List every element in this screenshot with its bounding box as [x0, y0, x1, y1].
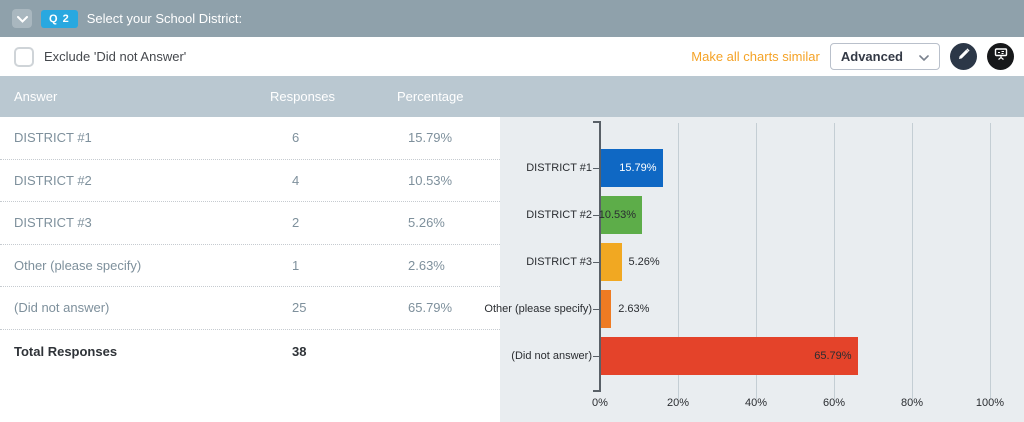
- chart-category-label: (Did not answer): [511, 349, 592, 363]
- table-row: DISTRICT #3 2 5.26%: [0, 202, 500, 245]
- chart-bar: [601, 243, 622, 281]
- chart-category-tick: [593, 309, 599, 310]
- pencil-icon: [957, 48, 970, 66]
- chart-category-label: Other (please specify): [484, 302, 592, 316]
- x-axis-tick-label: 40%: [745, 397, 767, 409]
- chart-bar-value-label: 65.79%: [814, 337, 851, 375]
- question-title: Select your School District:: [87, 11, 242, 26]
- question-bar: Q 2 Select your School District:: [0, 0, 1024, 37]
- table-row: Other (please specify) 1 2.63%: [0, 245, 500, 288]
- answer-cell: DISTRICT #2: [0, 173, 270, 188]
- results-content: DISTRICT #1 6 15.79% DISTRICT #2 4 10.53…: [0, 117, 1024, 422]
- chevron-down-icon: [919, 49, 929, 64]
- responses-cell: 6: [270, 130, 397, 145]
- total-value: 38: [270, 344, 397, 359]
- exclude-checkbox-label: Exclude 'Did not Answer': [44, 49, 186, 64]
- chart-bar-value-label: 2.63%: [618, 290, 649, 328]
- chart-bar-value-label: 5.26%: [629, 243, 660, 281]
- column-header-responses: Responses: [270, 89, 397, 104]
- chart-gridline: [990, 123, 991, 399]
- percentage-cell: 10.53%: [397, 173, 500, 188]
- chart-category-tick: [593, 168, 599, 169]
- exclude-did-not-answer-checkbox[interactable]: [14, 47, 34, 67]
- edit-chart-button[interactable]: [950, 43, 977, 70]
- chart-type-selected-value: Advanced: [841, 49, 903, 64]
- responses-cell: 25: [270, 300, 397, 315]
- column-header-answer: Answer: [0, 89, 270, 104]
- chart-category-label: DISTRICT #1: [526, 161, 592, 175]
- chart-category-tick: [593, 262, 599, 263]
- table-row: DISTRICT #2 4 10.53%: [0, 160, 500, 203]
- question-number-badge: Q 2: [41, 10, 78, 28]
- table-total-row: Total Responses 38: [0, 330, 500, 374]
- percentage-cell: 5.26%: [397, 215, 500, 230]
- chart-category-label: DISTRICT #3: [526, 255, 592, 269]
- x-axis-tick-label: 100%: [976, 397, 1004, 409]
- chart-panel: 0% 20% 40% 60% 80% 100% DISTRICT #1 15.79% DISTR…: [500, 117, 1024, 422]
- collapse-question-button[interactable]: [12, 9, 32, 28]
- axis-top-cap: [593, 121, 600, 123]
- chart-category-label: DISTRICT #2: [526, 208, 592, 222]
- answer-cell: Other (please specify): [0, 258, 270, 273]
- chart-bar: [601, 290, 611, 328]
- present-chart-button[interactable]: [987, 43, 1014, 70]
- presentation-icon: [994, 47, 1008, 66]
- responses-cell: 4: [270, 173, 397, 188]
- table-header-row: Answer Responses Percentage: [0, 76, 1024, 117]
- percentage-cell: 15.79%: [397, 130, 500, 145]
- answer-cell: DISTRICT #3: [0, 215, 270, 230]
- chart-category-tick: [593, 356, 599, 357]
- table-row: DISTRICT #1 6 15.79%: [0, 117, 500, 160]
- chart-bar-value-label: 15.79%: [619, 149, 656, 187]
- answers-table: DISTRICT #1 6 15.79% DISTRICT #2 4 10.53…: [0, 117, 500, 422]
- table-row: (Did not answer) 25 65.79%: [0, 287, 500, 330]
- chart-type-select[interactable]: Advanced: [830, 43, 940, 70]
- percentage-cell: 2.63%: [397, 258, 500, 273]
- make-all-charts-similar-link[interactable]: Make all charts similar: [691, 49, 820, 64]
- chart-toolbar: Exclude 'Did not Answer' Make all charts…: [0, 37, 1024, 76]
- chart-bar-value-label: 10.53%: [599, 196, 636, 234]
- answer-cell: (Did not answer): [0, 300, 270, 315]
- chevron-down-icon: [17, 10, 28, 28]
- column-header-percentage: Percentage: [397, 89, 1024, 104]
- chart-gridline: [912, 123, 913, 399]
- axis-bottom-cap: [593, 390, 600, 392]
- answer-cell: DISTRICT #1: [0, 130, 270, 145]
- responses-cell: 2: [270, 215, 397, 230]
- x-axis-tick-label: 20%: [667, 397, 689, 409]
- x-axis-tick-label: 80%: [901, 397, 923, 409]
- x-axis-tick-label: 60%: [823, 397, 845, 409]
- x-axis-tick-label: 0%: [592, 397, 608, 409]
- responses-cell: 1: [270, 258, 397, 273]
- total-label: Total Responses: [0, 344, 270, 359]
